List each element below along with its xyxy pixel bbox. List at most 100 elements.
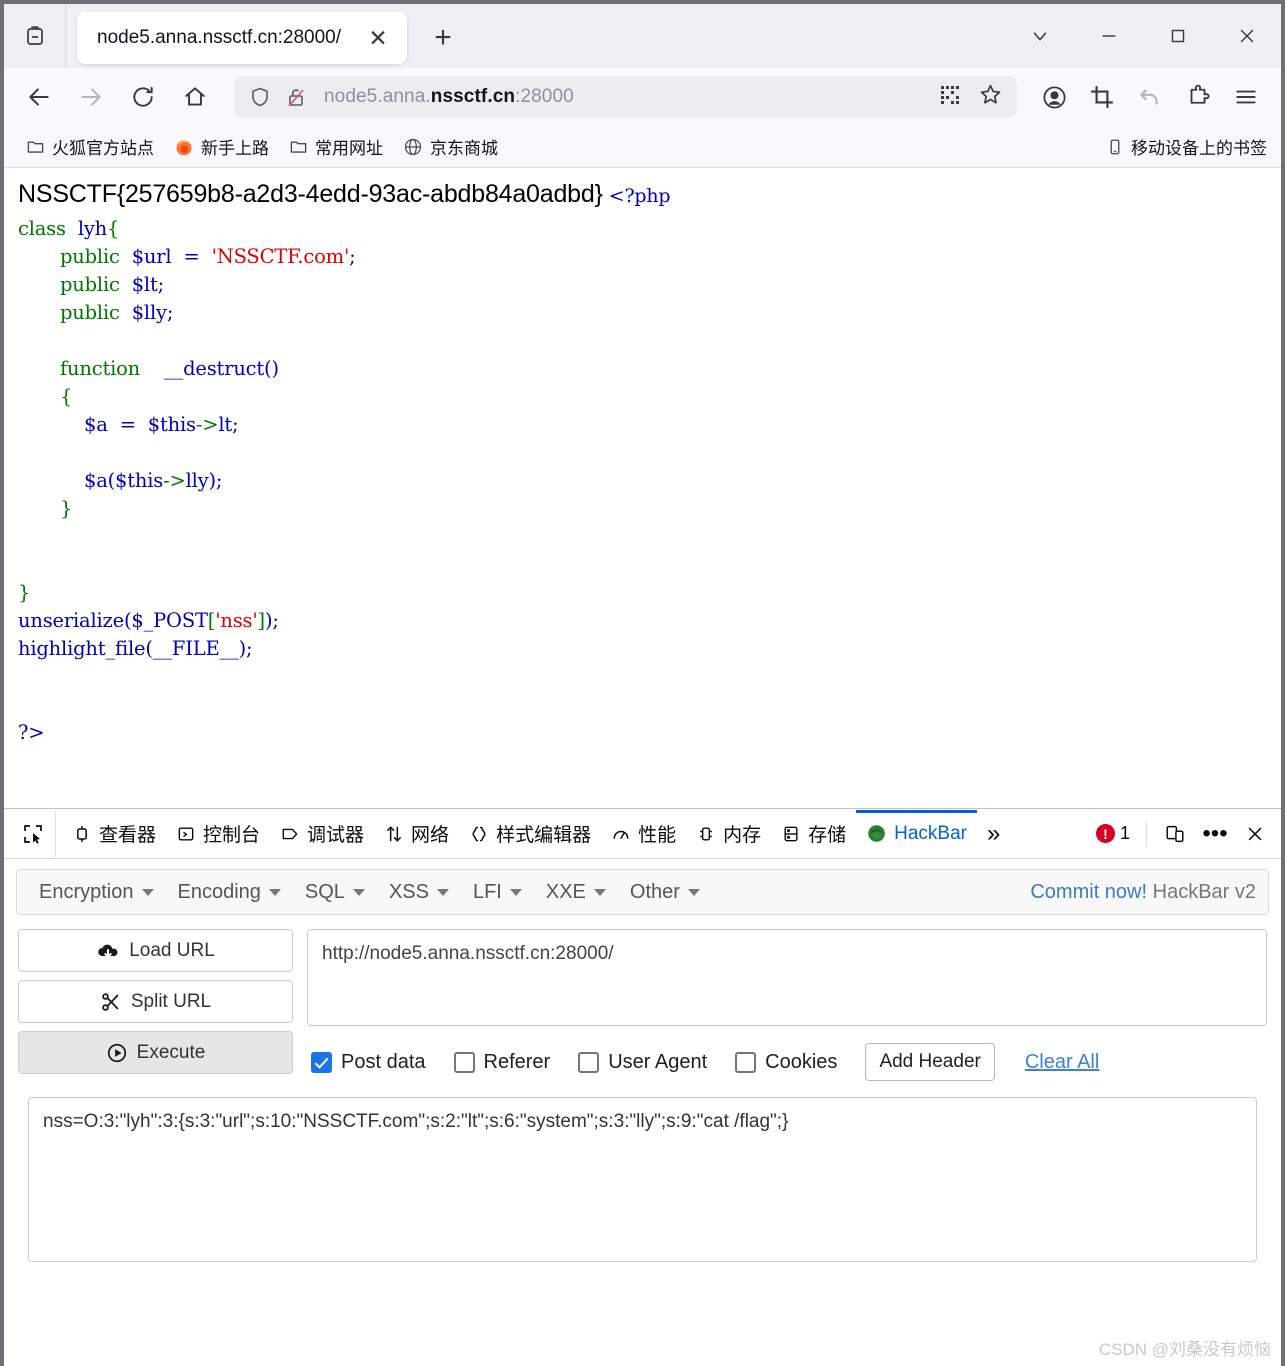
commit-now-link[interactable]: Commit now!: [1030, 881, 1147, 903]
option-user-agent[interactable]: User Agent: [578, 1051, 707, 1074]
devtools-tab-console[interactable]: 控制台: [166, 810, 270, 858]
cloud-download-icon: [98, 944, 118, 958]
hackbar-url-area: http://node5.anna.nssctf.cn:28000/ Post …: [307, 929, 1267, 1081]
hackbar-menu-lfi[interactable]: LFI: [461, 881, 534, 904]
tab-label: 内存: [723, 825, 762, 846]
devtools-tabs-overflow-button[interactable]: »: [977, 810, 1010, 858]
close-icon: [1248, 827, 1262, 840]
home-button[interactable]: [174, 76, 216, 118]
tab-label: 存储: [808, 825, 847, 846]
bookmark-label: 火狐官方站点: [52, 139, 154, 158]
maximize-button[interactable]: [1143, 4, 1212, 68]
tab-label: 性能: [638, 825, 677, 846]
cookies-checkbox[interactable]: [735, 1051, 757, 1073]
extensions-button[interactable]: [1177, 76, 1219, 118]
tab-list-button[interactable]: [4, 4, 66, 68]
devtools-tab-style-editor[interactable]: 样式编辑器: [459, 810, 601, 858]
responsive-design-mode-icon: [1166, 825, 1184, 842]
option-label: Post data: [341, 1050, 426, 1073]
option-label: Cookies: [765, 1050, 838, 1073]
bookmark-item-1[interactable]: 新手上路: [164, 130, 279, 163]
devtools-tab-network[interactable]: 网络: [374, 810, 459, 858]
puzzle-piece-icon: [1190, 84, 1210, 104]
hackbar-menu-sql[interactable]: SQL: [293, 881, 377, 904]
element-picker-button[interactable]: [10, 810, 56, 857]
chevron-down-icon: [436, 888, 449, 896]
close-tab-icon[interactable]: ✕: [363, 23, 393, 53]
app-menu-button[interactable]: [1225, 76, 1267, 118]
bookmark-item-mobile[interactable]: 移动设备上的书签: [1106, 130, 1267, 163]
button-label: Load URL: [129, 939, 215, 961]
account-button[interactable]: [1033, 76, 1075, 118]
devtools-tab-hackbar[interactable]: HackBar: [856, 810, 977, 858]
tab-overflow-chevron-button[interactable]: [1005, 4, 1074, 68]
error-count: 1: [1119, 823, 1130, 843]
hackbar-commit-area: Commit now! HackBar v2: [1030, 881, 1256, 904]
option-post-data[interactable]: Post data: [311, 1051, 426, 1074]
devtools-toolbar-right: ! 1 •••: [1090, 816, 1273, 852]
hackbar-menu-encoding[interactable]: Encoding: [166, 881, 293, 904]
hackbar-post-data-input[interactable]: nss=O:3:"lyh":3:{s:3:"url";s:10:"NSSCTF.…: [28, 1097, 1257, 1262]
browser-window: node5.anna.nssctf.cn:28000/ ✕ + node5.an…: [0, 0, 1285, 1366]
hackbar-menubar: Encryption Encoding SQL XSS LFI XXE Othe…: [16, 869, 1269, 915]
error-count-badge[interactable]: ! 1: [1090, 823, 1136, 844]
responsive-design-mode-button[interactable]: [1157, 816, 1193, 852]
network-icon: [387, 826, 402, 841]
devtools-panel: 查看器 控制台 调试器 网络 样式编辑器 性能 内存 存储 HackBar » …: [4, 808, 1281, 1262]
devtools-tab-storage[interactable]: 存储: [771, 810, 856, 858]
flag-text: NSSCTF{257659b8-a2d3-4edd-93ac-abdb84a0a…: [18, 180, 603, 208]
undo-close-tab-button[interactable]: [1129, 76, 1171, 118]
screenshot-button[interactable]: [1081, 76, 1123, 118]
devtools-tab-debugger[interactable]: 调试器: [270, 810, 374, 858]
qr-code-icon[interactable]: [938, 83, 962, 112]
chevron-down-icon: [687, 888, 700, 896]
bookmark-item-2[interactable]: 常用网址: [279, 130, 393, 163]
hackbar-menu-xss[interactable]: XSS: [377, 881, 461, 904]
load-url-button[interactable]: Load URL: [18, 929, 293, 972]
devtools-settings-button[interactable]: •••: [1197, 816, 1233, 852]
forward-button[interactable]: [70, 76, 112, 118]
bookmark-star-icon[interactable]: [978, 82, 1003, 112]
tracking-protection-shield-icon[interactable]: [248, 85, 272, 109]
meatball-menu-icon: •••: [1202, 819, 1228, 847]
hackbar-menu-other[interactable]: Other: [618, 881, 712, 904]
hackbar-menu-encryption[interactable]: Encryption: [27, 881, 166, 904]
address-bar[interactable]: node5.anna.nssctf.cn:28000: [234, 76, 1017, 118]
bookmark-item-0[interactable]: 火狐官方站点: [16, 130, 164, 163]
reload-button[interactable]: [122, 76, 164, 118]
devtools-close-button[interactable]: [1237, 816, 1273, 852]
new-tab-button[interactable]: +: [421, 16, 465, 60]
split-url-button[interactable]: Split URL: [18, 980, 293, 1023]
hackbar-icon: [868, 825, 885, 842]
clear-all-link[interactable]: Clear All: [1025, 1051, 1099, 1074]
option-referer[interactable]: Referer: [453, 1051, 550, 1074]
insecure-connection-icon[interactable]: [284, 85, 308, 109]
back-button[interactable]: [18, 76, 60, 118]
close-window-button[interactable]: [1212, 4, 1281, 68]
error-icon: !: [1095, 824, 1115, 843]
bookmark-label: 常用网址: [315, 139, 383, 158]
tab-label: 网络: [411, 825, 450, 846]
chevron-down-icon: [141, 888, 154, 896]
close-icon: [1240, 29, 1253, 43]
bookmark-label: 移动设备上的书签: [1131, 139, 1267, 158]
hackbar-menu-xxe[interactable]: XXE: [534, 881, 618, 904]
hackbar-url-input[interactable]: http://node5.anna.nssctf.cn:28000/: [307, 929, 1267, 1026]
option-cookies[interactable]: Cookies: [735, 1051, 837, 1074]
devtools-tab-bar: 查看器 控制台 调试器 网络 样式编辑器 性能 内存 存储 HackBar » …: [4, 809, 1281, 859]
chevron-down-icon: [1033, 32, 1046, 41]
devtools-tab-memory[interactable]: 内存: [686, 810, 771, 858]
browser-tab[interactable]: node5.anna.nssctf.cn:28000/ ✕: [77, 12, 407, 64]
add-header-button[interactable]: Add Header: [865, 1043, 995, 1081]
execute-button[interactable]: Execute: [18, 1031, 293, 1074]
devtools-tab-inspector[interactable]: 查看器: [62, 810, 166, 858]
bookmark-item-3[interactable]: 京东商城: [393, 130, 508, 163]
post-data-checkbox[interactable]: [311, 1051, 332, 1073]
devtools-tab-performance[interactable]: 性能: [601, 810, 686, 858]
user-agent-checkbox[interactable]: [578, 1051, 600, 1073]
minimize-button[interactable]: [1074, 4, 1143, 68]
home-icon: [185, 87, 205, 106]
minimize-icon: [1102, 35, 1115, 37]
referer-checkbox[interactable]: [453, 1051, 475, 1073]
hackbar-action-buttons: Load URL Split URL Execute: [18, 929, 293, 1081]
